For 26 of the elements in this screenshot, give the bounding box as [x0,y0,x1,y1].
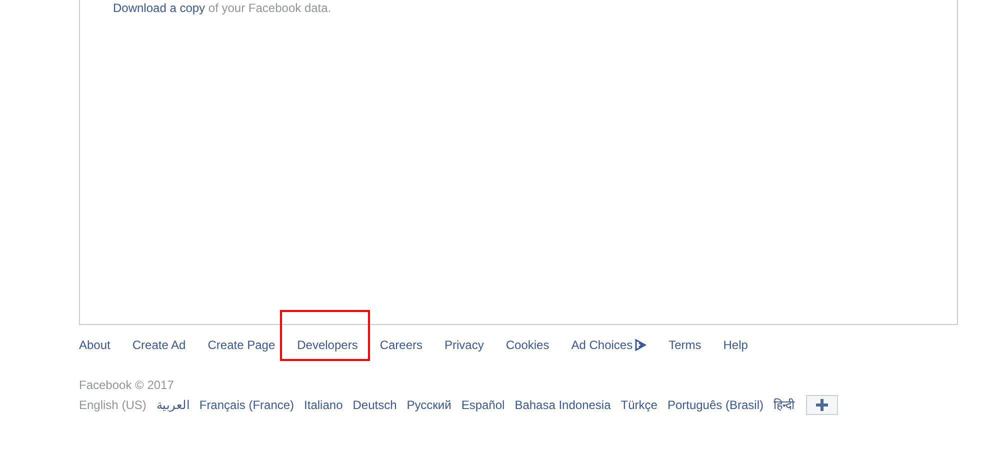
footer-link[interactable]: Ad Choices [571,338,647,352]
copyright-text: Facebook © 2017 [79,378,175,393]
footer-link[interactable]: Help [723,338,748,352]
language-link[interactable]: Русский [406,398,452,412]
plus-icon [814,398,828,412]
language-link[interactable]: हिन्दी [774,398,794,412]
adchoices-icon [634,339,647,351]
footer-link[interactable]: Create Ad [132,338,186,352]
footer-link[interactable]: Developers [297,338,358,352]
language-link[interactable]: العربية [156,398,190,412]
language-link[interactable]: Français (France) [199,398,294,412]
language-link[interactable]: Deutsch [352,398,397,412]
language-link[interactable]: Español [461,398,505,412]
footer-link[interactable]: Privacy [444,338,484,352]
download-text: Download a copy of your Facebook data. [113,0,332,15]
language-link[interactable]: Türkçe [620,398,658,412]
language-link[interactable]: Bahasa Indonesia [514,398,611,412]
footer-link[interactable]: About [79,338,110,352]
footer-link[interactable]: Create Page [208,338,276,352]
download-link[interactable]: Download a copy [113,1,206,15]
footer-link[interactable]: Terms [668,338,702,352]
footer-link[interactable]: Cookies [506,338,550,352]
language-link[interactable]: Italiano [304,398,343,412]
more-languages-button[interactable] [806,395,838,415]
footer-link[interactable]: Careers [380,338,423,352]
language-link[interactable]: Português (Brasil) [667,398,764,412]
